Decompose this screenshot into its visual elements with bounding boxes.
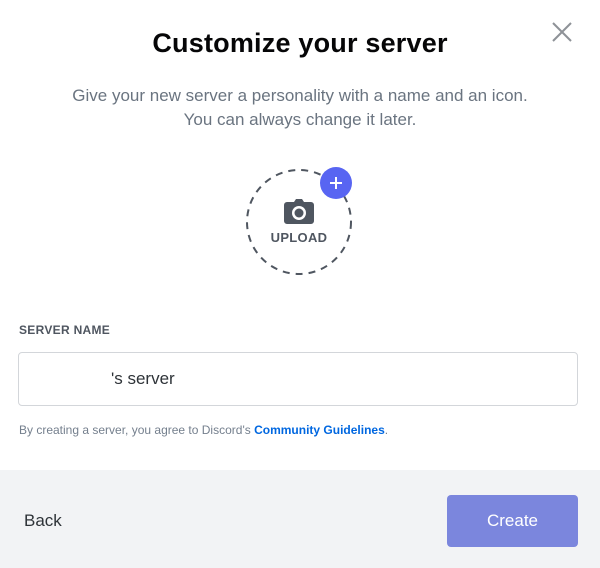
terms-text: By creating a server, you agree to Disco… — [19, 423, 255, 437]
back-button[interactable]: Back — [24, 511, 62, 531]
terms-notice: By creating a server, you agree to Disco… — [19, 423, 388, 437]
modal-title: Customize your server — [152, 28, 448, 58]
community-guidelines-link[interactable]: Community Guidelines — [254, 423, 385, 437]
add-icon-badge[interactable] — [320, 167, 352, 199]
server-name-input[interactable] — [18, 352, 578, 406]
subtitle-line-1: Give your new server a personality with … — [72, 86, 528, 105]
plus-icon — [330, 177, 342, 189]
server-name-label: SERVER NAME — [19, 323, 111, 337]
upload-label: UPLOAD — [270, 230, 328, 245]
modal-subtitle: Give your new server a personality with … — [0, 84, 600, 132]
subtitle-line-2: You can always change it later. — [183, 110, 417, 129]
upload-icon-button[interactable]: UPLOAD — [244, 167, 354, 277]
customize-server-modal: Customize your server Give your new serv… — [0, 0, 600, 568]
camera-icon — [284, 199, 314, 224]
create-button[interactable]: Create — [447, 495, 578, 547]
terms-suffix: . — [384, 423, 389, 437]
